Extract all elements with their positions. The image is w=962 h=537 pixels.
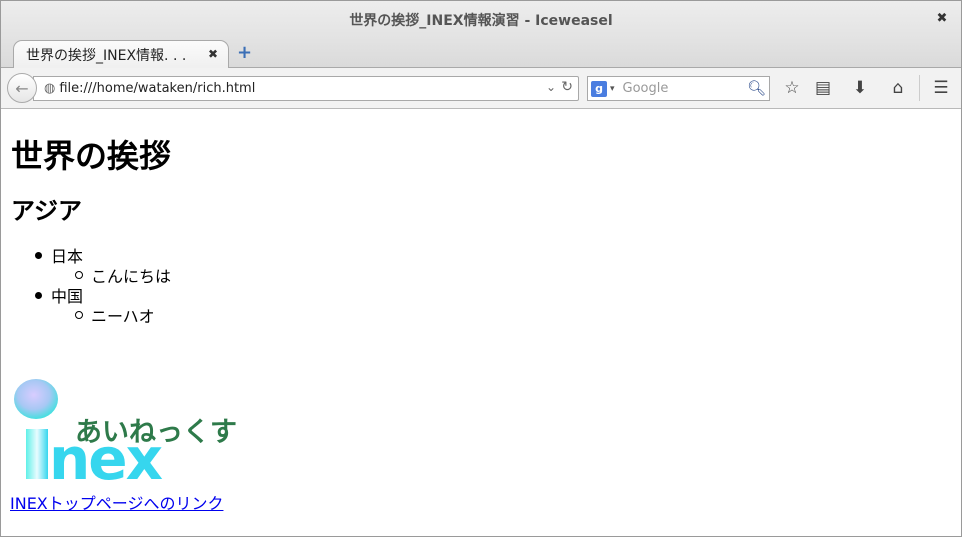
list-item-greeting: こんにちは [75,263,171,287]
search-input[interactable] [620,80,741,97]
engine-caret-icon[interactable]: ▾ [610,84,615,94]
globe-icon: ◍ [44,81,56,96]
url-bar[interactable]: ◍ file:///home/wataken/rich.html ⌄ ↻ [33,76,579,101]
menu-icon[interactable]: ☰ [930,77,952,99]
toolbar-divider [919,75,920,101]
browser-window: 世界の挨拶_INEX情報演習 - Iceweasel ✖ 世界の挨拶_INEX情… [0,0,962,537]
bullet-icon [35,291,42,299]
tab-rich-html[interactable]: 世界の挨拶_INEX情報. . . ✖ [13,40,229,69]
greeting-text: こんにちは [91,267,172,286]
region-heading: アジア [11,197,83,225]
tab-bar: 世界の挨拶_INEX情報. . . ✖ + [1,38,961,69]
bookmarks-list-icon[interactable]: ▤ [812,77,834,99]
url-text[interactable]: file:///home/wataken/rich.html [59,81,255,96]
arrow-left-icon: ← [15,78,29,98]
navigation-bar: ◍ file:///home/wataken/rich.html ⌄ ↻ ← g… [1,68,961,109]
window-close-button[interactable]: ✖ [935,12,949,26]
chevron-down-icon[interactable]: ⌄ [546,80,556,94]
tab-label: 世界の挨拶_INEX情報. . . [26,48,187,64]
window-title: 世界の挨拶_INEX情報演習 - Iceweasel [349,12,613,29]
page-content: 世界の挨拶 アジア 日本 こんにちは 中国 ニーハオ nex あいねっくす IN… [1,109,961,536]
title-bar: 世界の挨拶_INEX情報演習 - Iceweasel ✖ [1,1,961,38]
greeting-text: ニーハオ [91,307,155,326]
list-item-greeting: ニーハオ [75,303,155,327]
inex-top-link[interactable]: INEXトップページへのリンク [10,490,223,514]
home-icon[interactable]: ⌂ [887,77,909,99]
page-heading: 世界の挨拶 [11,137,172,175]
search-bar[interactable]: g ▾ 🔍︎ [587,76,770,101]
circle-bullet-icon [75,271,83,279]
tab-close-icon[interactable]: ✖ [208,47,218,61]
circle-bullet-icon [75,311,83,319]
reload-icon[interactable]: ↻ [561,79,573,95]
new-tab-button[interactable]: + [237,44,252,62]
inex-logo: nex あいねっくす [14,379,237,482]
logo-stem [26,429,48,479]
bookmark-star-icon[interactable]: ☆ [781,77,803,99]
logo-dot [14,379,58,419]
bullet-icon [35,251,42,259]
download-icon[interactable]: ⬇ [849,77,871,99]
google-engine-icon[interactable]: g [591,80,607,97]
back-button[interactable]: ← [7,73,37,103]
magnifier-icon[interactable]: 🔍︎ [747,79,766,97]
logo-kana: あいねっくす [75,417,237,448]
